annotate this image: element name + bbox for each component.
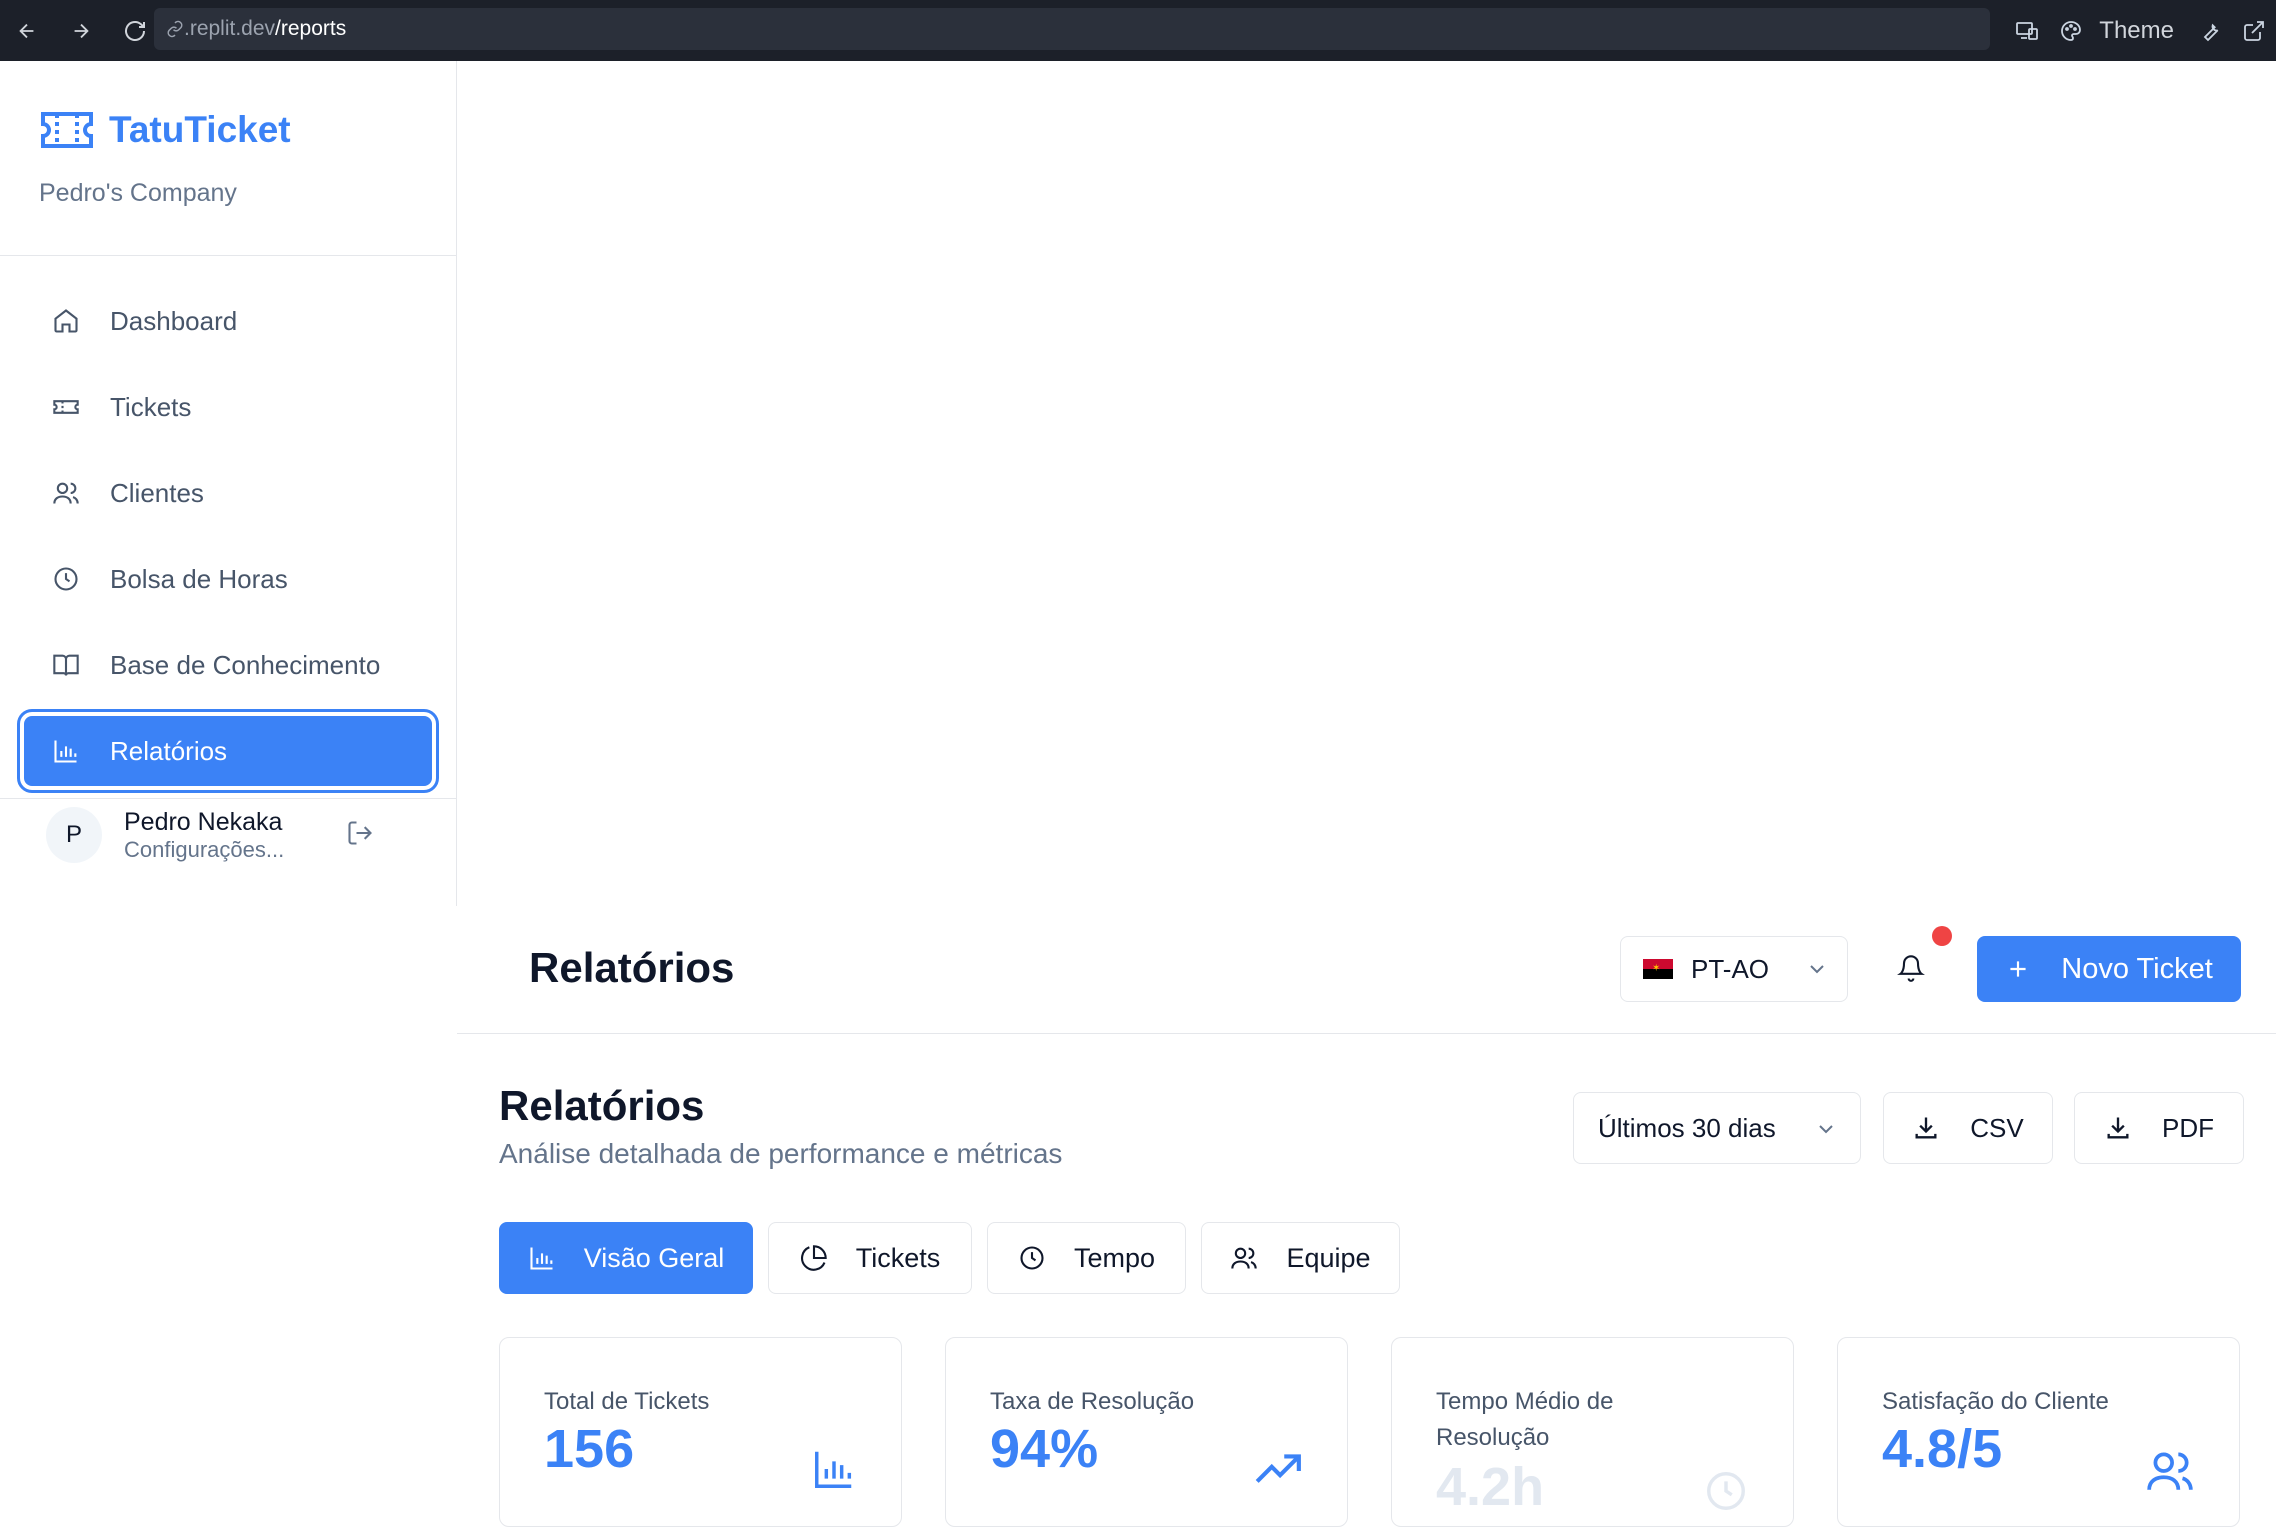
sidebar-item-label: Tickets — [110, 391, 192, 422]
page-subtitle: Análise detalhada de performance e métri… — [499, 1138, 1063, 1169]
sidebar-item-label: Base de Conhecimento — [110, 649, 381, 680]
header-title: Relatórios — [529, 944, 735, 991]
clock-icon — [1707, 1472, 1745, 1510]
chevron-down-icon — [1810, 965, 1824, 974]
export-csv-button[interactable]: CSV — [1883, 1092, 2053, 1164]
user-email: Configurações... — [124, 836, 285, 862]
stat-label: Tempo Médio de Resolução — [1436, 1388, 1614, 1451]
stat-value: 4.8/5 — [1882, 1419, 2003, 1479]
sidebar-item-label: Dashboard — [110, 305, 238, 336]
tab-label: Visão Geral — [583, 1242, 725, 1273]
tab-tempo[interactable]: Tempo — [987, 1222, 1186, 1294]
devices-icon[interactable] — [2005, 0, 2049, 61]
browser-bar: .replit.dev/reports Theme — [0, 0, 2276, 61]
users-icon — [53, 482, 79, 504]
sidebar: TatuTicket Pedro's Company Dashboard Tic… — [0, 61, 457, 906]
sidebar-item-clientes[interactable]: Clientes — [24, 458, 432, 528]
clock-icon — [1020, 1246, 1044, 1270]
new-ticket-button[interactable]: Novo Ticket — [1977, 936, 2241, 1002]
language-select[interactable]: ✶ PT-AO — [1620, 936, 1848, 1002]
export-pdf-button[interactable]: PDF — [2074, 1092, 2244, 1164]
company-name: Pedro's Company — [39, 179, 237, 207]
wrench-icon[interactable] — [2188, 0, 2232, 61]
bar-chart-icon — [815, 1451, 852, 1488]
download-icon — [1915, 1117, 1937, 1139]
top-header: Relatórios ✶ PT-AO Novo Ticket — [457, 906, 2276, 1034]
home-icon — [54, 309, 78, 333]
bar-chart-icon — [54, 740, 77, 763]
bell-icon[interactable] — [1889, 946, 1933, 990]
ticket-logo-icon — [41, 112, 93, 148]
plus-icon — [2010, 961, 2026, 977]
stat-value: 4.2h — [1436, 1457, 1545, 1517]
divider — [0, 255, 457, 256]
tab-equipe[interactable]: Equipe — [1201, 1222, 1400, 1294]
users-icon — [2147, 1452, 2193, 1490]
tab-visao-geral[interactable]: Visão Geral — [499, 1222, 753, 1294]
new-ticket-label: Novo Ticket — [2061, 952, 2213, 985]
sidebar-item-tickets[interactable]: Tickets — [24, 372, 432, 442]
tab-label: Tempo — [1073, 1242, 1156, 1273]
page-title: Relatórios — [499, 1082, 705, 1129]
download-icon — [2107, 1117, 2129, 1139]
export-pdf-label: PDF — [2162, 1112, 2214, 1143]
stat-card-taxa-resolucao: Taxa de Resolução 94% — [945, 1337, 1348, 1527]
brand-logo[interactable]: TatuTicket — [39, 109, 291, 151]
external-link-icon[interactable] — [2232, 0, 2276, 61]
stat-card-total-tickets: Total de Tickets 156 — [499, 1337, 902, 1527]
bar-chart-icon — [530, 1247, 553, 1270]
sidebar-item-base-de-conhecimento[interactable]: Base de Conhecimento — [24, 630, 432, 700]
url-path: /reports — [275, 17, 347, 40]
tab-label: Tickets — [855, 1242, 941, 1273]
tab-tickets[interactable]: Tickets — [768, 1222, 972, 1294]
ticket-icon — [53, 400, 79, 414]
link-icon — [167, 20, 183, 38]
stat-card-satisfacao: Satisfação do Cliente 4.8/5 — [1837, 1337, 2240, 1527]
sidebar-item-relatorios[interactable]: Relatórios — [17, 709, 439, 793]
book-icon — [53, 654, 79, 676]
export-csv-label: CSV — [1970, 1112, 2024, 1143]
sidebar-item-label: Relatórios — [110, 735, 228, 766]
users-icon — [1231, 1247, 1258, 1269]
sidebar-item-label: Bolsa de Horas — [110, 563, 288, 594]
logout-icon[interactable] — [346, 819, 374, 852]
period-select[interactable]: Últimos 30 dias — [1573, 1092, 1861, 1164]
stat-value: 94% — [990, 1419, 1099, 1479]
trending-up-icon — [1255, 1454, 1301, 1483]
period-label: Últimos 30 dias — [1598, 1112, 1776, 1143]
palette-icon[interactable] — [2049, 0, 2093, 61]
user-profile: P Pedro Nekaka Configurações... — [24, 795, 444, 875]
main-content: Relatórios Análise detalhada de performa… — [457, 1034, 2276, 1527]
stat-label: Total de Tickets — [544, 1388, 710, 1415]
forward-icon[interactable] — [54, 0, 108, 61]
back-icon[interactable] — [0, 0, 54, 61]
sidebar-item-bolsa-de-horas[interactable]: Bolsa de Horas — [24, 544, 432, 614]
clock-icon — [54, 567, 78, 591]
chevron-down-icon — [1819, 1125, 1833, 1134]
stat-value: 156 — [544, 1419, 635, 1479]
stat-label: Taxa de Resolução — [990, 1388, 1195, 1415]
brand-name: TatuTicket — [109, 109, 291, 150]
url-bar[interactable]: .replit.dev/reports — [154, 8, 1990, 50]
pie-chart-icon — [800, 1245, 827, 1271]
stat-card-tempo-medio: Tempo Médio de Resolução 4.2h — [1391, 1337, 1794, 1527]
avatar[interactable]: P — [46, 807, 102, 863]
language-label: PT-AO — [1691, 953, 1770, 984]
theme-label[interactable]: Theme — [2093, 17, 2188, 45]
url-domain: .replit.dev — [184, 17, 276, 40]
sidebar-item-dashboard[interactable]: Dashboard — [24, 286, 432, 356]
angola-flag-icon: ✶ — [1643, 959, 1673, 979]
sidebar-item-label: Clientes — [110, 477, 204, 508]
user-name: Pedro Nekaka — [124, 807, 283, 836]
stat-label: Satisfação do Cliente — [1882, 1388, 2109, 1415]
notification-dot — [1932, 926, 1952, 946]
tab-label: Equipe — [1286, 1242, 1371, 1273]
